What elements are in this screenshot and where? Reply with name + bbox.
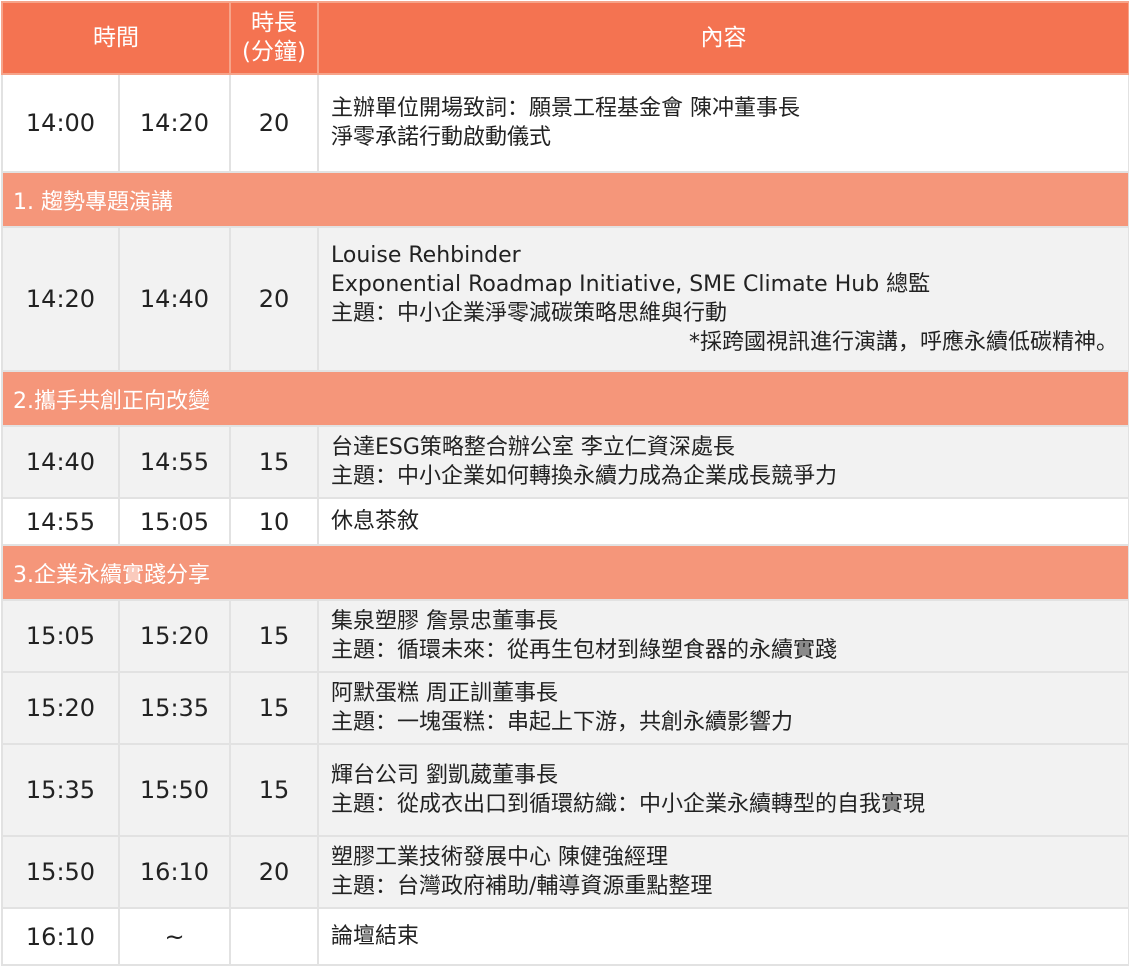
content-line: Louise Rehbinder [331, 243, 521, 268]
start-time: 15:50 [1, 835, 120, 909]
end-time: 14:40 [118, 226, 231, 372]
end-time: 14:20 [118, 73, 231, 173]
duration-header-line2: (分鐘) [242, 39, 306, 65]
agenda-row: 15:50 16:10 20 塑膠工業技術發展中心 陳健強經理 主題：台灣政府補助/輔導… [1, 835, 1129, 909]
duration: 10 [229, 497, 319, 546]
content-line: 主題：從成衣出口到循環紡織：中小企業永續轉型的自我實現 [331, 792, 926, 817]
section-row: 2.攜手共創正向改變 [1, 370, 1129, 427]
agenda-table: 時間 時長 (分鐘) 內容 14:00 14:20 20 主辦單位開場致詞：願景工程基… [1, 1, 1129, 966]
duration: 15 [229, 425, 319, 499]
duration [229, 907, 319, 966]
content-line: 主題：循環未來：從再生包材到綠塑食器的永續實踐 [331, 638, 838, 663]
content-line: Exponential Roadmap Initiative, SME Clim… [331, 272, 931, 297]
start-time: 16:10 [1, 907, 120, 966]
end-time: ~ [118, 907, 231, 966]
content-cell: 主辦單位開場致詞：願景工程基金會 陳冲董事長 淨零承諾行動啟動儀式 [317, 73, 1129, 173]
duration: 20 [229, 835, 319, 909]
start-time: 15:20 [1, 671, 120, 745]
content-cell: 休息茶敘 [317, 497, 1129, 546]
agenda-row: 16:10 ~ 論壇結束 [1, 907, 1129, 966]
agenda-row: 14:20 14:40 20 Louise Rehbinder Exponential … [1, 226, 1129, 372]
content-line: 主辦單位開場致詞：願景工程基金會 陳冲董事長 [331, 96, 800, 121]
header-row: 時間 時長 (分鐘) 內容 [1, 1, 1129, 75]
duration: 15 [229, 743, 319, 837]
agenda-row: 14:40 14:55 15 台達ESG策略整合辦公室 李立仁資深處長 主題：中小企業如… [1, 425, 1129, 499]
start-time: 14:00 [1, 73, 120, 173]
start-time: 14:40 [1, 425, 120, 499]
content-line: 休息茶敘 [331, 509, 420, 534]
agenda-row: 15:20 15:35 15 阿默蛋糕 周正訓董事長 主題：一塊蛋糕：串起上下游，共創永… [1, 671, 1129, 745]
start-time: 14:20 [1, 226, 120, 372]
content-line: 台達ESG策略整合辦公室 李立仁資深處長 [331, 435, 735, 460]
content-line: 論壇結束 [331, 924, 420, 949]
agenda-body: 14:00 14:20 20 主辦單位開場致詞：願景工程基金會 陳冲董事長 淨零承諾行動… [1, 73, 1129, 966]
content-line: 主題：一塊蛋糕：串起上下游，共創永續影響力 [331, 710, 794, 735]
agenda-row: 15:05 15:20 15 集泉塑膠 詹景忠董事長 主題：循環未來：從再生包材到綠塑食… [1, 599, 1129, 673]
end-time: 15:05 [118, 497, 231, 546]
section-title: 1. 趨勢專題演講 [1, 171, 1129, 228]
end-time: 15:20 [118, 599, 231, 673]
end-time: 14:55 [118, 425, 231, 499]
content-line: 輝台公司 劉凱葳董事長 [331, 763, 558, 788]
duration: 20 [229, 73, 319, 173]
duration-header-line1: 時長 [251, 10, 297, 36]
duration: 15 [229, 671, 319, 745]
section-row: 3.企業永續實踐分享 [1, 544, 1129, 601]
content-cell: Louise Rehbinder Exponential Roadmap Init… [317, 226, 1129, 372]
content-cell: 阿默蛋糕 周正訓董事長主題：一塊蛋糕：串起上下游，共創永續影響力 [317, 671, 1129, 745]
content-cell: 塑膠工業技術發展中心 陳健強經理主題：台灣政府補助/輔導資源重點整理 [317, 835, 1129, 909]
duration-header: 時長 (分鐘) [229, 1, 319, 75]
agenda-row: 14:00 14:20 20 主辦單位開場致詞：願景工程基金會 陳冲董事長 淨零承諾行動… [1, 73, 1129, 173]
start-time: 14:55 [1, 497, 120, 546]
content-header: 內容 [317, 1, 1129, 75]
content-line: 阿默蛋糕 周正訓董事長 [331, 681, 558, 706]
section-title: 3.企業永續實踐分享 [1, 544, 1129, 601]
time-header: 時間 [1, 1, 231, 75]
agenda-row: 15:35 15:50 15 輝台公司 劉凱葳董事長 主題：從成衣出口到循環紡織：中小企… [1, 743, 1129, 837]
content-line: 集泉塑膠 詹景忠董事長 [331, 609, 558, 634]
end-time: 15:50 [118, 743, 231, 837]
content-line: 淨零承諾行動啟動儀式 [331, 125, 552, 150]
section-row: 1. 趨勢專題演講 [1, 171, 1129, 228]
end-time: 16:10 [118, 835, 231, 909]
content-cell: 論壇結束 [317, 907, 1129, 966]
agenda-row: 14:55 15:05 10 休息茶敘 [1, 497, 1129, 546]
end-time: 15:35 [118, 671, 231, 745]
start-time: 15:05 [1, 599, 120, 673]
section-title: 2.攜手共創正向改變 [1, 370, 1129, 427]
note-text: *採跨國視訊進行演講，呼應永續低碳精神。 [688, 330, 1118, 355]
content-cell: 集泉塑膠 詹景忠董事長主題：循環未來：從再生包材到綠塑食器的永續實踐 [317, 599, 1129, 673]
content-cell: 台達ESG策略整合辦公室 李立仁資深處長主題：中小企業如何轉換永續力成為企業成長… [317, 425, 1129, 499]
content-cell: 輝台公司 劉凱葳董事長主題：從成衣出口到循環紡織：中小企業永續轉型的自我實現 [317, 743, 1129, 837]
content-line: 主題：中小企業如何轉換永續力成為企業成長競爭力 [331, 464, 838, 489]
content-line: 主題：中小企業淨零減碳策略思維與行動 [331, 301, 728, 326]
content-line: 塑膠工業技術發展中心 陳健強經理 [331, 845, 668, 870]
duration: 15 [229, 599, 319, 673]
start-time: 15:35 [1, 743, 120, 837]
content-line: 主題：台灣政府補助/輔導資源重點整理 [331, 874, 713, 899]
duration: 20 [229, 226, 319, 372]
